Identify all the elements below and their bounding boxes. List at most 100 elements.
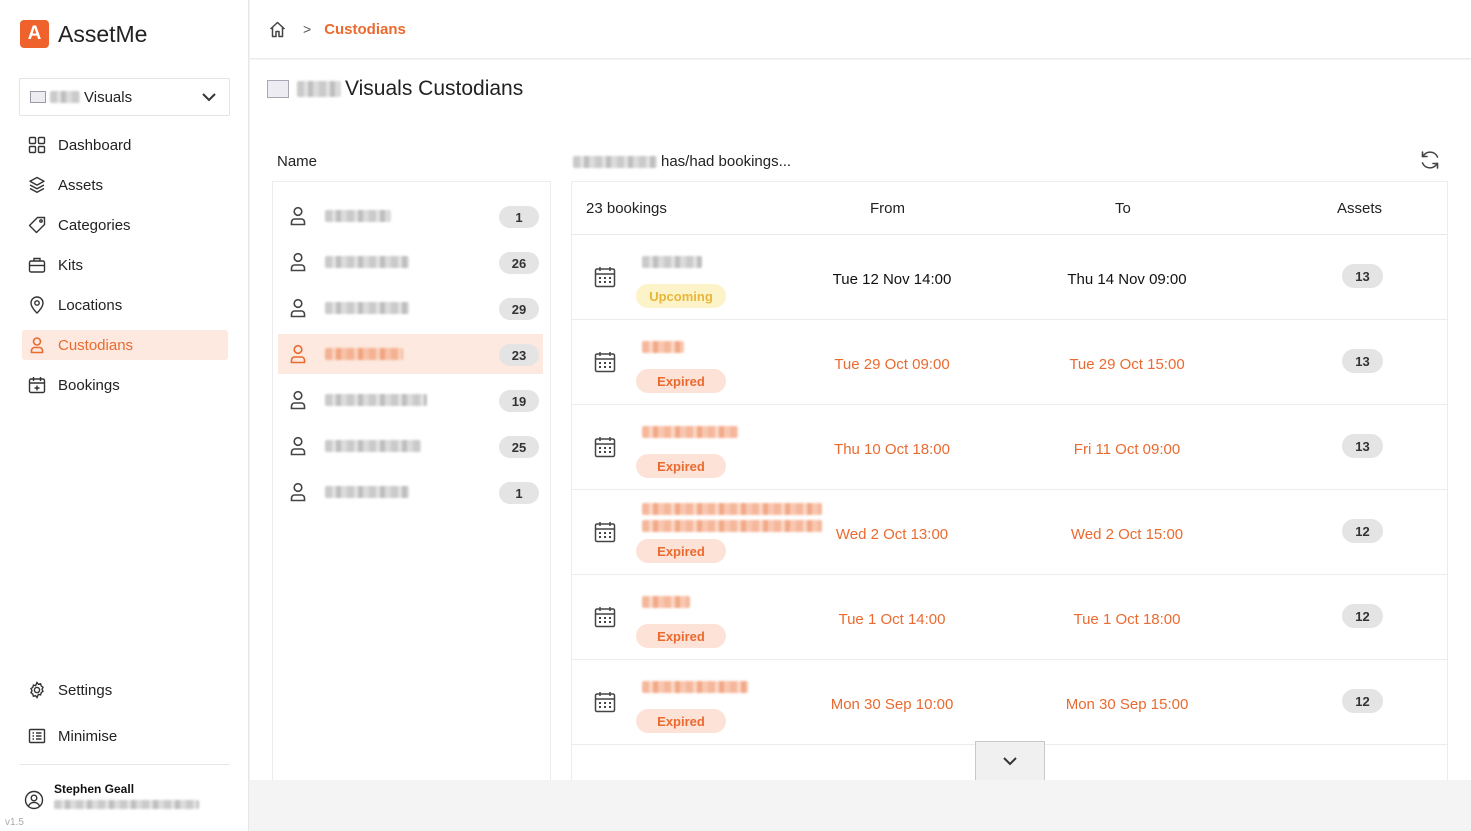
nav-item-assets[interactable]: Assets xyxy=(22,170,228,200)
booking-name-redacted xyxy=(642,503,822,515)
nav-item-kits[interactable]: Kits xyxy=(22,250,228,280)
custodian-row[interactable]: 1 xyxy=(278,472,543,512)
breadcrumb-chevron-icon: > xyxy=(303,21,312,37)
booking-from-date: Mon 30 Sep 10:00 xyxy=(830,696,954,713)
status-badge: Expired xyxy=(636,709,726,733)
custodian-name-redacted xyxy=(325,486,409,498)
booking-to-date: Tue 1 Oct 18:00 xyxy=(1073,611,1181,628)
assets-count-badge: 13 xyxy=(1342,264,1383,288)
calendar-icon xyxy=(594,522,616,543)
person-icon xyxy=(290,390,306,410)
layers-icon xyxy=(29,176,45,193)
custodian-row-selected[interactable]: 23 xyxy=(278,334,543,374)
user-avatar-icon xyxy=(24,790,44,810)
booking-row[interactable]: Expired Wed 2 Oct 13:00 Wed 2 Oct 15:00 … xyxy=(572,490,1447,575)
nav-label: Assets xyxy=(58,176,104,194)
chevron-down-icon xyxy=(202,93,216,102)
user-name: Stephen Geall xyxy=(54,782,135,796)
assets-column-header: Assets xyxy=(1337,200,1383,217)
custodian-name-redacted xyxy=(573,155,657,168)
nav-item-dashboard[interactable]: Dashboard xyxy=(22,130,228,160)
booking-name-redacted xyxy=(642,596,690,608)
assets-count-badge: 12 xyxy=(1342,604,1383,628)
page-title: Visuals Custodians xyxy=(345,77,524,100)
booking-name-redacted xyxy=(642,341,684,353)
gear-icon xyxy=(30,681,44,699)
calendar-plus-icon xyxy=(28,377,46,394)
nav-label: Kits xyxy=(58,256,84,274)
custodians-column-header: Name xyxy=(277,153,318,170)
booking-row[interactable]: Expired Mon 30 Sep 10:00 Mon 30 Sep 15:0… xyxy=(572,660,1447,745)
bookings-table-header: 23 bookings From To Assets xyxy=(572,182,1447,235)
to-column-header: To xyxy=(1115,200,1131,217)
nav-item-settings[interactable]: Settings xyxy=(22,675,228,705)
nav-label: Categories xyxy=(58,216,131,234)
booking-row[interactable]: Expired Tue 29 Oct 09:00 Tue 29 Oct 15:0… xyxy=(572,320,1447,405)
booking-to-date: Tue 29 Oct 15:00 xyxy=(1069,356,1185,373)
app-name: AssetMe xyxy=(58,20,148,47)
custodian-row[interactable]: 19 xyxy=(278,380,543,420)
workspace-name: Visuals xyxy=(84,88,133,106)
nav-item-bookings[interactable]: Bookings xyxy=(22,370,228,400)
booking-from-date: Tue 12 Nov 14:00 xyxy=(832,271,952,288)
workspace-icon xyxy=(267,80,289,98)
workspace-selector[interactable]: Visuals xyxy=(19,78,230,116)
custodian-row[interactable]: 1 xyxy=(278,196,543,236)
booking-count-badge: 23 xyxy=(499,344,539,366)
booking-from-date: Tue 1 Oct 14:00 xyxy=(838,611,946,628)
title-redacted xyxy=(297,81,341,97)
booking-count-badge: 26 xyxy=(499,252,539,274)
booking-count-badge: 29 xyxy=(499,298,539,320)
user-email-redacted xyxy=(54,800,199,809)
custodian-row[interactable]: 25 xyxy=(278,426,543,466)
person-icon xyxy=(30,337,44,354)
list-collapse-icon xyxy=(28,728,46,744)
main-nav: Dashboard Assets Categories Kits Locatio… xyxy=(22,130,228,410)
nav-item-categories[interactable]: Categories xyxy=(22,210,228,240)
chevron-down-icon xyxy=(1003,757,1017,766)
custodian-row[interactable]: 29 xyxy=(278,288,543,328)
bookings-header: has/had bookings... xyxy=(573,153,791,170)
custodian-name-redacted xyxy=(325,348,403,360)
briefcase-icon xyxy=(28,257,46,273)
workspace-icon xyxy=(30,91,46,103)
app-logo[interactable]: A AssetMe xyxy=(20,20,147,48)
home-icon[interactable] xyxy=(268,20,287,39)
breadcrumb-current[interactable]: Custodians xyxy=(324,21,406,38)
booking-from-date: Thu 10 Oct 18:00 xyxy=(834,441,950,458)
nav-label: Locations xyxy=(58,296,123,314)
location-pin-icon xyxy=(30,296,44,314)
nav-item-custodians[interactable]: Custodians xyxy=(22,330,228,360)
person-icon xyxy=(290,206,306,226)
calendar-icon xyxy=(594,437,616,458)
booking-row[interactable]: Upcoming Tue 12 Nov 14:00 Thu 14 Nov 09:… xyxy=(572,235,1447,320)
breadcrumb: > Custodians xyxy=(250,0,1471,59)
scroll-down-button[interactable] xyxy=(975,741,1045,780)
nav-item-locations[interactable]: Locations xyxy=(22,290,228,320)
nav-minimise-wrap: Minimise xyxy=(22,721,228,761)
custodian-name-redacted xyxy=(325,256,409,268)
booking-to-date: Mon 30 Sep 15:00 xyxy=(1065,696,1189,713)
refresh-icon[interactable] xyxy=(1419,149,1441,171)
assets-count-badge: 13 xyxy=(1342,434,1383,458)
user-profile[interactable]: Stephen Geall xyxy=(24,782,199,814)
booking-row[interactable]: Expired Thu 10 Oct 18:00 Fri 11 Oct 09:0… xyxy=(572,405,1447,490)
calendar-icon xyxy=(594,352,616,373)
custodian-row[interactable]: 26 xyxy=(278,242,543,282)
booking-name-redacted xyxy=(642,681,748,693)
booking-name-redacted xyxy=(642,256,702,268)
person-icon xyxy=(290,482,306,502)
app-version: v1.5 xyxy=(5,817,24,828)
booking-from-date: Tue 29 Oct 09:00 xyxy=(834,356,950,373)
custodian-list: 1 26 29 23 19 25 1 xyxy=(272,181,551,780)
booking-row[interactable]: Expired Tue 1 Oct 14:00 Tue 1 Oct 18:00 … xyxy=(572,575,1447,660)
booking-count-badge: 19 xyxy=(499,390,539,412)
calendar-icon xyxy=(594,607,616,628)
custodians-content: Name has/had bookings... 1 26 29 23 19 2… xyxy=(250,118,1471,780)
custodian-name-redacted xyxy=(325,394,427,406)
booking-to-date: Fri 11 Oct 09:00 xyxy=(1073,441,1181,458)
nav-item-minimise[interactable]: Minimise xyxy=(22,721,228,751)
tag-icon xyxy=(28,216,46,234)
page-header: Visuals Custodians xyxy=(250,60,1471,118)
status-badge: Expired xyxy=(636,454,726,478)
